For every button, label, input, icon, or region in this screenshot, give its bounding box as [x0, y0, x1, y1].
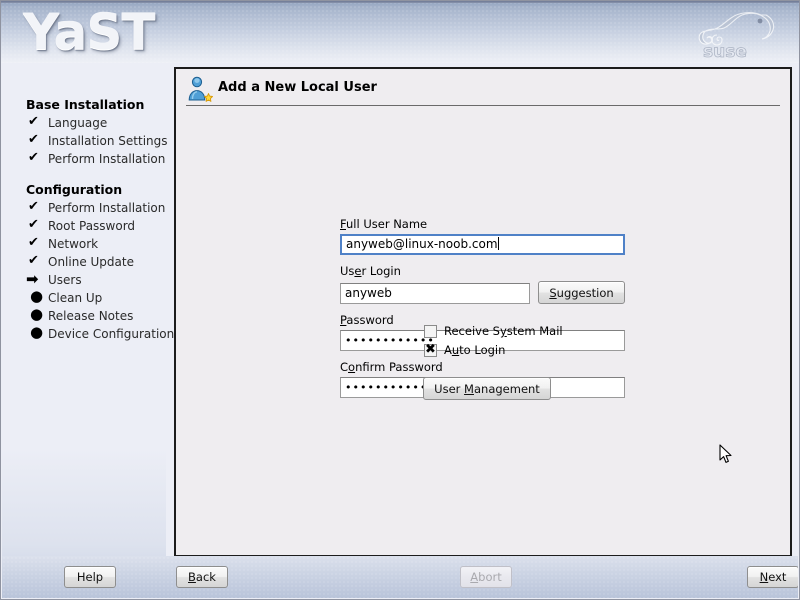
- sidebar-item-perform-installation-config[interactable]: ✔ Perform Installation: [2, 199, 166, 217]
- user-login-label: User Login: [340, 264, 401, 278]
- sidebar-item-label: Root Password: [48, 219, 136, 233]
- sidebar-item-label: Device Configuration: [48, 327, 175, 341]
- check-icon: ✔: [28, 253, 39, 268]
- sidebar-item-label: Language: [48, 116, 108, 130]
- next-button[interactable]: Next: [747, 566, 798, 588]
- sidebar-item-device-configuration[interactable]: ● Device Configuration: [2, 323, 174, 343]
- bullet-icon: ●: [30, 287, 44, 305]
- help-button[interactable]: Help: [64, 566, 116, 588]
- bullet-icon: ●: [30, 305, 44, 323]
- dialog-header: Add a New Local User: [176, 69, 790, 105]
- sidebar-item-language[interactable]: ✔ Language: [2, 114, 166, 132]
- bullet-icon: ●: [30, 323, 44, 341]
- add-user-icon: [188, 76, 213, 102]
- confirm-password-value: ••••••••••••: [345, 381, 435, 394]
- svg-text:suse: suse: [703, 42, 747, 62]
- sidebar-item-label: Release Notes: [48, 309, 134, 323]
- sidebar-section-title: Base Installation: [26, 97, 145, 112]
- sidebar-item-root-password[interactable]: ✔ Root Password: [2, 217, 166, 235]
- user-login-value: anyweb: [345, 286, 392, 300]
- sidebar-item-release-notes[interactable]: ● Release Notes: [2, 307, 166, 325]
- full-name-label: Full User Name: [340, 217, 428, 231]
- suse-chameleon-logo: suse: [698, 12, 775, 62]
- yast-logo: YaST: [23, 3, 155, 61]
- check-icon: ✔: [28, 114, 39, 129]
- sidebar-item-label: Network: [48, 237, 99, 251]
- user-management-button[interactable]: User Management: [423, 377, 551, 400]
- receive-system-mail-checkbox[interactable]: [424, 324, 437, 338]
- sidebar-item-label: Perform Installation: [48, 201, 166, 215]
- check-icon: ✔: [28, 199, 39, 214]
- dialog-title: Add a New Local User: [218, 80, 377, 95]
- check-icon: ✔: [28, 235, 39, 250]
- installer-steps-sidebar: Base Installation ✔ Language ✔ Installat…: [2, 63, 174, 598]
- text-caret: [497, 237, 499, 250]
- user-login-row: anyweb Suggestion: [340, 281, 625, 304]
- checkmark-x-icon: ✖: [425, 341, 436, 357]
- sidebar-item-label: Clean Up: [48, 291, 103, 305]
- sidebar-section-title: Configuration: [26, 182, 123, 197]
- sidebar-item-perform-installation-base[interactable]: ✔ Perform Installation: [2, 150, 166, 168]
- check-icon: ✔: [28, 217, 39, 232]
- password-value: ••••••••••••: [345, 334, 435, 347]
- receive-system-mail-row[interactable]: Receive System Mail: [424, 324, 563, 338]
- sidebar-item-users[interactable]: ➡ Users: [2, 271, 166, 289]
- dialog-panel: Add a New Local User Full User Name anyw…: [174, 67, 792, 557]
- accel-key: M: [464, 381, 474, 396]
- yast-installer-window: YaST suse Base Installation ✔ Language ✔…: [0, 0, 800, 600]
- sidebar-item-online-update[interactable]: ✔ Online Update: [2, 253, 166, 271]
- auto-login-label: Auto Login: [444, 343, 506, 357]
- user-login-input[interactable]: anyweb: [340, 283, 530, 304]
- arrow-right-icon: ➡: [26, 270, 39, 288]
- accel-key: B: [188, 570, 196, 584]
- sidebar-item-label: Installation Settings: [48, 134, 168, 148]
- suggestion-button[interactable]: Suggestion: [538, 281, 625, 304]
- accel-key: A: [470, 570, 479, 584]
- check-icon: ✔: [28, 132, 39, 147]
- abort-button: Abort: [460, 566, 512, 588]
- wizard-button-bar: Help Back Abort Next: [2, 556, 798, 598]
- sidebar-group: Configuration ✔ Perform Installation ✔ R…: [2, 182, 174, 343]
- sidebar-item-installation-settings[interactable]: ✔ Installation Settings: [2, 132, 168, 150]
- full-name-field-group: Full User Name anyweb@linux-noob.com: [340, 217, 625, 255]
- full-name-value: anyweb@linux-noob.com: [346, 237, 498, 251]
- dialog-header-divider: [186, 105, 780, 106]
- auto-login-checkbox[interactable]: ✖: [424, 341, 437, 357]
- options-group: Receive System Mail ✖ Auto Login: [424, 324, 563, 362]
- accel-key: N: [759, 570, 769, 584]
- sidebar-item-label: Users: [48, 273, 82, 287]
- accel-key: S: [549, 285, 557, 300]
- full-name-input[interactable]: anyweb@linux-noob.com: [340, 234, 625, 255]
- receive-system-mail-label: Receive System Mail: [444, 324, 563, 338]
- sidebar-item-label: Online Update: [48, 255, 134, 269]
- footer-texture: [2, 556, 798, 598]
- sidebar-item-label: Perform Installation: [48, 152, 166, 166]
- user-management-wrapper: User Management: [423, 377, 551, 400]
- accel-key: e: [354, 264, 362, 278]
- window-header: YaST suse: [1, 1, 799, 63]
- auto-login-row[interactable]: ✖ Auto Login: [424, 341, 563, 357]
- sidebar-group: Base Installation ✔ Language ✔ Installat…: [2, 63, 168, 168]
- user-login-field-group: User Login anyweb Suggestion: [340, 264, 625, 304]
- back-button[interactable]: Back: [176, 566, 228, 588]
- sidebar-item-clean-up[interactable]: ● Clean Up: [2, 289, 166, 307]
- sidebar-item-network[interactable]: ✔ Network: [2, 235, 166, 253]
- accel-key: y: [499, 324, 507, 338]
- confirm-password-label: Confirm Password: [340, 360, 443, 374]
- check-icon: ✔: [28, 150, 39, 165]
